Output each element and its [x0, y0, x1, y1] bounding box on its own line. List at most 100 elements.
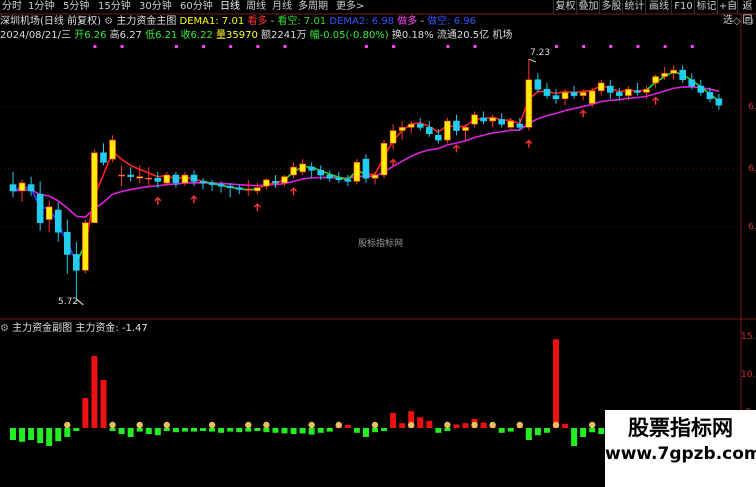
money-bag-icon	[444, 421, 451, 429]
price-axis-label: 6.	[748, 164, 756, 174]
buy-arrow-icon	[154, 196, 162, 205]
signal-dot	[93, 45, 97, 48]
fund-bar	[172, 428, 179, 433]
buy-arrow-icon	[290, 187, 298, 196]
signal-dot	[202, 45, 206, 48]
candle-body	[217, 184, 225, 187]
candle-body	[54, 209, 62, 233]
money-bag-icon	[589, 421, 596, 429]
candle-body	[498, 119, 506, 125]
fund-bar	[73, 428, 80, 431]
money-bag-icon	[516, 421, 523, 429]
money-bag-icon	[64, 421, 71, 429]
candle-body	[199, 181, 207, 184]
candle-body	[697, 85, 705, 93]
slow-ma-line	[76, 215, 86, 218]
slow-ma-line	[582, 103, 593, 108]
money-bag-icon	[136, 421, 143, 429]
fund-bar	[381, 428, 388, 431]
fund-bar	[480, 422, 487, 428]
price-axis-label: 6.	[748, 102, 756, 112]
money-bag-icon	[208, 421, 216, 429]
candle-body	[579, 92, 587, 96]
fund-bar	[91, 356, 98, 428]
candle-body	[208, 182, 216, 185]
slow-ma-line	[637, 95, 647, 99]
candle-body	[290, 166, 297, 176]
candle-body	[670, 69, 677, 74]
slow-ma-line	[664, 87, 674, 92]
candle-body	[109, 139, 116, 160]
slow-ma-line	[492, 130, 502, 134]
fund-bar	[444, 428, 451, 431]
fund-bar	[55, 428, 62, 442]
fund-bar	[372, 428, 378, 433]
candle-body	[516, 123, 524, 128]
dema-line	[139, 168, 150, 174]
slow-ma-line	[447, 142, 457, 146]
money-bag-icon	[263, 421, 270, 429]
slow-ma-line	[546, 112, 557, 117]
fund-bar	[254, 428, 261, 431]
signal-dot	[283, 45, 287, 48]
fund-bar	[353, 428, 360, 433]
candle-body	[254, 187, 261, 192]
slow-ma-line	[239, 183, 249, 187]
fund-bar	[435, 428, 442, 433]
fund-bar	[344, 425, 351, 428]
sub-axis-label: 15.	[741, 332, 756, 342]
slow-ma-line	[230, 183, 240, 186]
slow-ma-line	[293, 178, 303, 183]
candle-body	[136, 176, 143, 179]
candle-body	[715, 98, 723, 106]
signal-dot	[446, 45, 450, 48]
center-watermark: 股标指标网	[358, 239, 404, 249]
candle-body	[172, 174, 180, 184]
sub-indicator-name[interactable]: 主力资金副图	[12, 323, 72, 334]
high-price-label: 7.23	[530, 48, 551, 58]
sub-indicator-header: ⚙ 主力资金副图 主力资金: -1.47	[0, 322, 148, 336]
candle-body	[706, 92, 714, 100]
candle-body	[326, 174, 334, 179]
candle-body	[398, 127, 406, 131]
candle-body	[688, 79, 696, 87]
fund-bar	[46, 428, 53, 446]
fund-bar	[589, 428, 596, 433]
candle-body	[317, 169, 325, 176]
slow-ma-line	[429, 147, 439, 151]
fund-bar	[571, 428, 578, 446]
fund-bar	[109, 428, 116, 431]
candle-body	[661, 73, 668, 77]
candle-body	[245, 189, 252, 191]
slow-ma-line	[474, 134, 484, 139]
candle-body	[606, 85, 614, 93]
slow-ma-line	[646, 92, 656, 98]
fund-bar	[417, 417, 424, 428]
slow-ma-line	[655, 90, 665, 95]
signal-dot	[120, 45, 124, 48]
slow-ma-line	[302, 177, 312, 180]
candle-body	[263, 179, 270, 187]
fund-bar	[362, 428, 369, 437]
fund-bar	[64, 428, 71, 437]
fund-bar	[272, 428, 279, 433]
fund-bar	[281, 428, 288, 434]
candle-body	[9, 184, 17, 192]
candle-body	[471, 114, 478, 125]
fund-bar	[308, 428, 315, 435]
site-watermark: 股票指标网 www.7gpzb.com	[605, 410, 756, 487]
slow-ma-line	[48, 195, 59, 202]
candle-body	[507, 120, 515, 128]
candle-body	[18, 182, 26, 192]
money-bag-icon	[163, 421, 171, 429]
candle-body	[353, 162, 361, 182]
slow-ma-line	[401, 155, 412, 162]
slow-ma-line	[537, 114, 548, 120]
candle-body	[480, 117, 487, 122]
candle-body	[453, 120, 460, 131]
candle-body	[226, 185, 234, 189]
fund-bar	[534, 428, 541, 436]
signal-dot	[609, 45, 613, 48]
settings-icon[interactable]: ⚙	[0, 323, 9, 334]
candle-body	[597, 82, 605, 92]
